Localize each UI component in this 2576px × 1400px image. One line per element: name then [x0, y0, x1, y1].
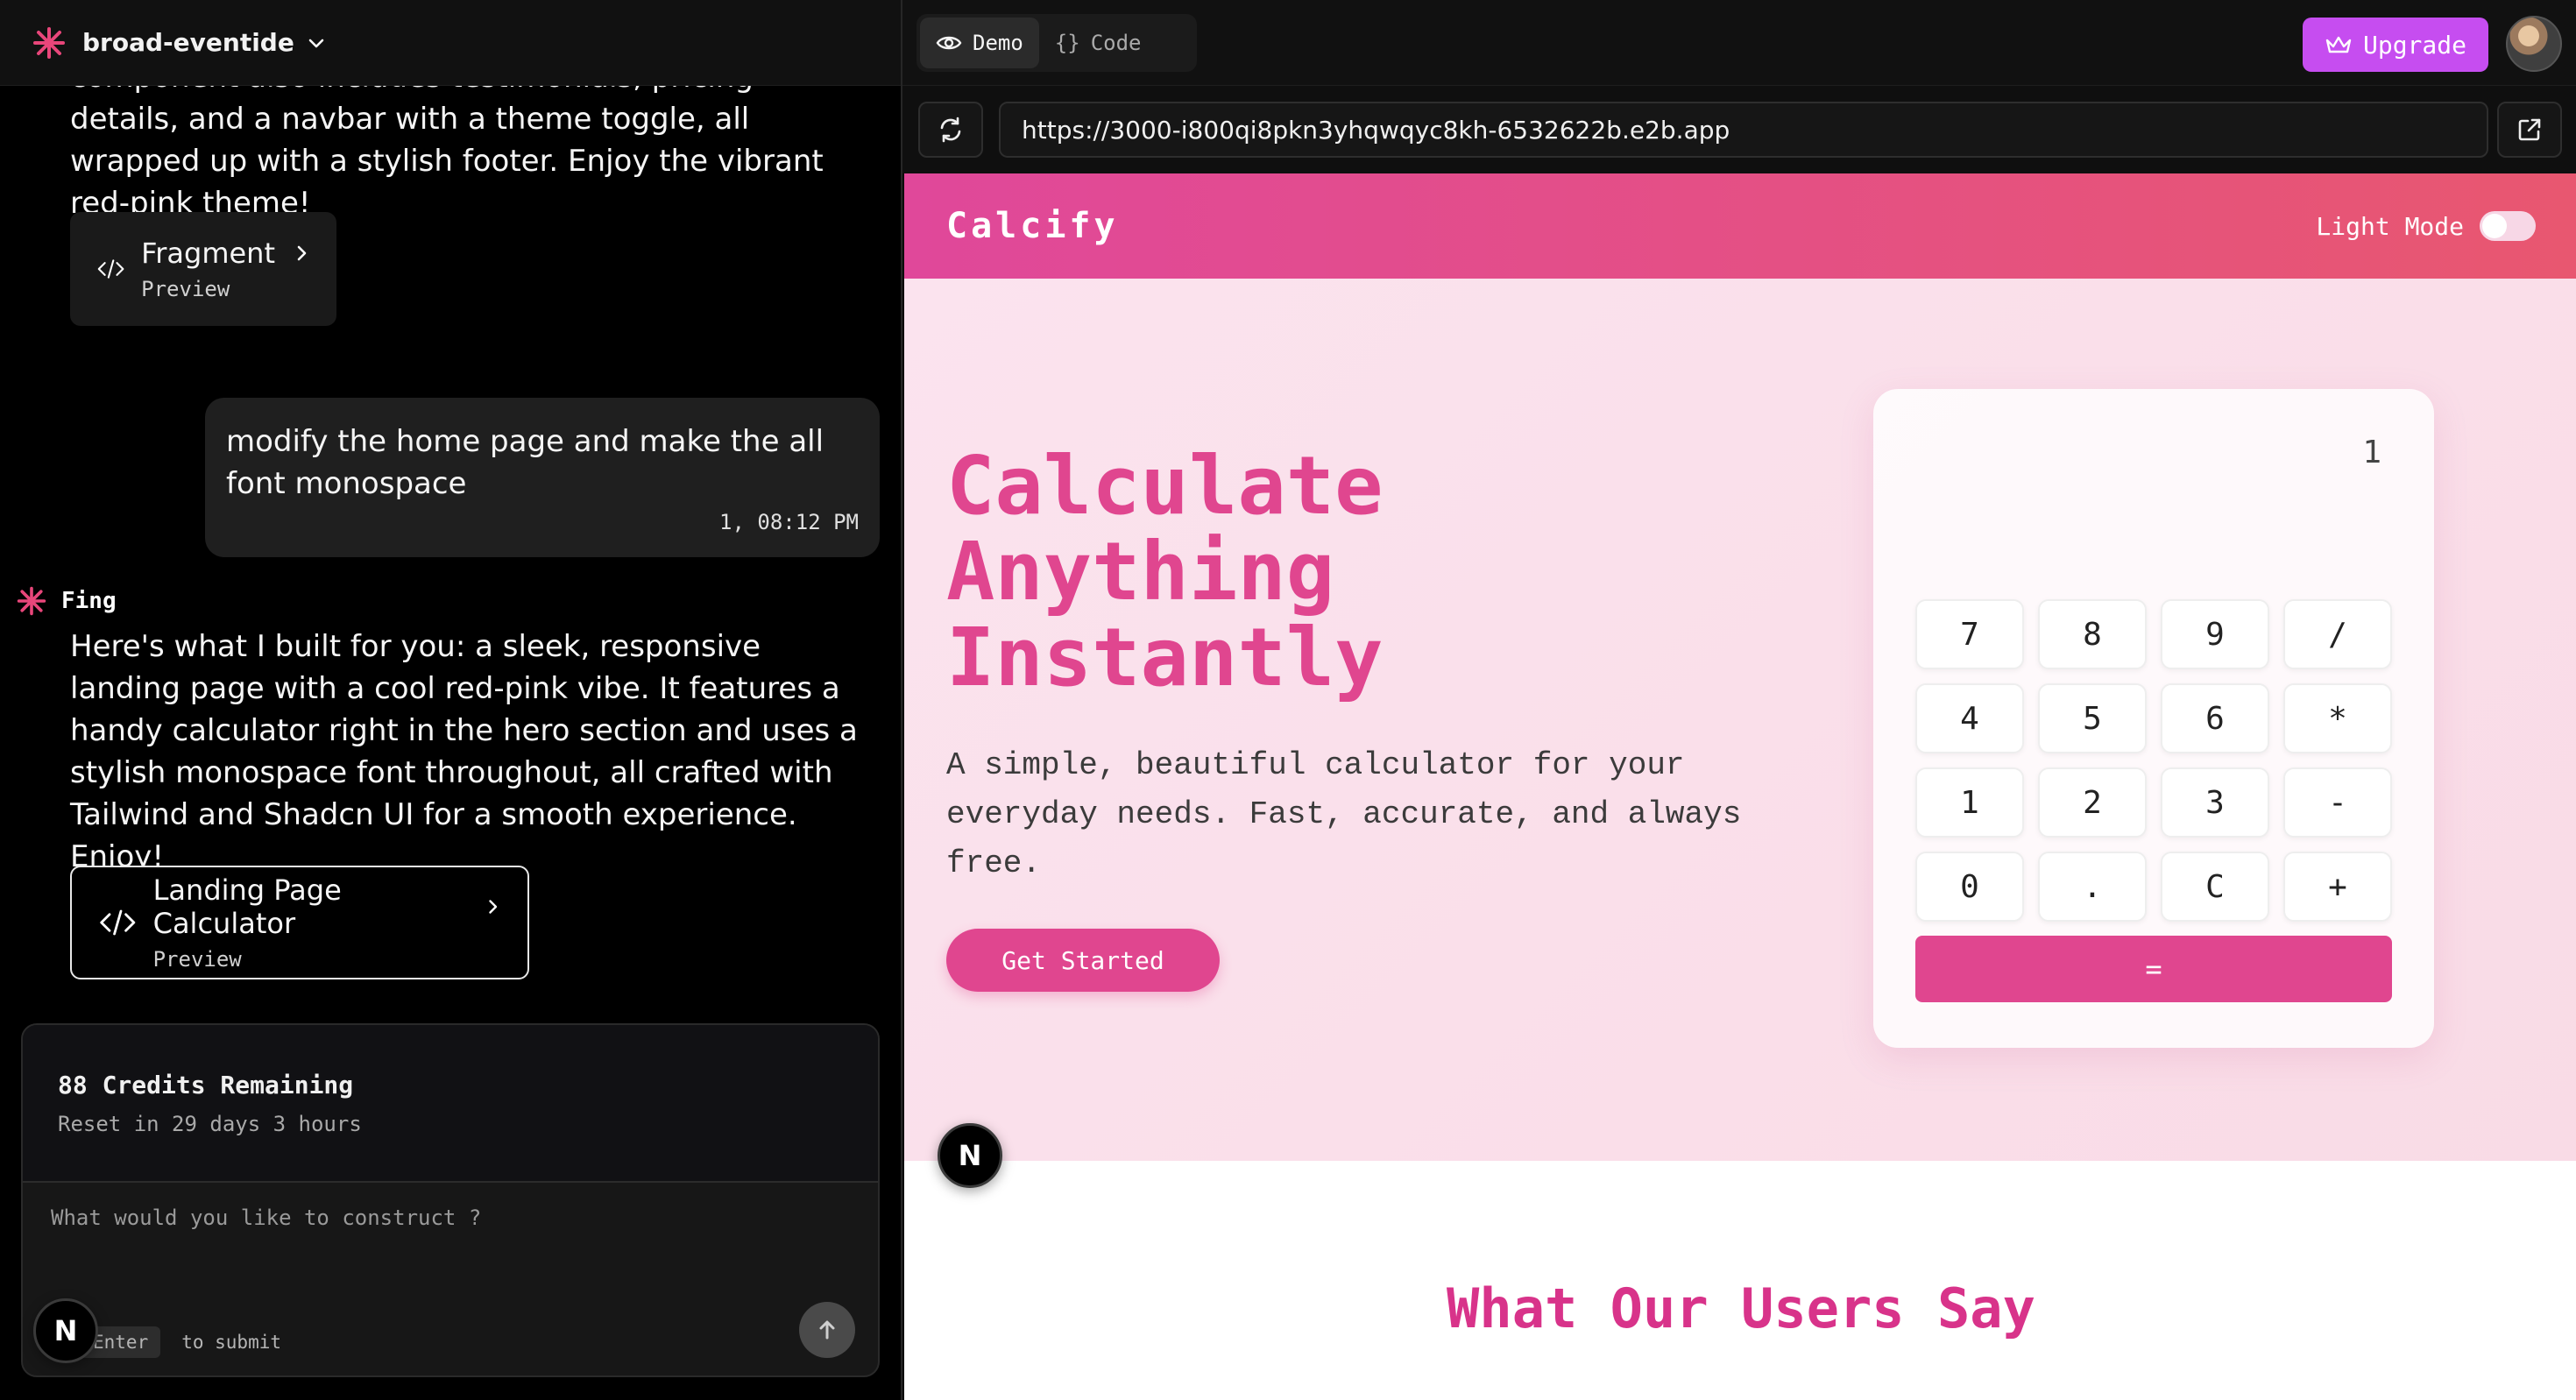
user-message: modify the home page and make the all fo… [205, 398, 880, 557]
hero-title-line: Instantly [946, 611, 1384, 704]
fragment-title: Landing Page Calculator [152, 873, 342, 940]
calculator-keypad: 7 8 9 / 4 5 6 * 1 2 3 - 0 . C + [1915, 599, 2392, 922]
calc-key-plus[interactable]: + [2283, 852, 2392, 922]
calc-key-6[interactable]: 6 [2161, 683, 2269, 753]
credits-remaining: 88 Credits Remaining [58, 1071, 354, 1099]
nextjs-dev-badge[interactable]: N [33, 1298, 98, 1363]
assistant-header: Fing [16, 585, 117, 617]
calc-key-4[interactable]: 4 [1915, 683, 2024, 753]
toggle-knob [2482, 214, 2507, 238]
project-header[interactable]: broad-eventide [0, 0, 901, 86]
external-link-icon [2518, 118, 2541, 141]
hero-section: Calculate Anything Instantly A simple, b… [904, 279, 2576, 1161]
fragment-card[interactable]: Fragment Preview [70, 212, 336, 326]
theme-toggle-label: Light Mode [2316, 211, 2464, 241]
chat-history[interactable]: component also includes testimonials, pr… [0, 86, 901, 1023]
testimonials-title: What Our Users Say [1447, 1276, 2035, 1340]
code-icon [100, 909, 136, 936]
calc-key-minus[interactable]: - [2283, 767, 2392, 838]
calc-key-9[interactable]: 9 [2161, 599, 2269, 669]
calc-key-0[interactable]: 0 [1915, 852, 2024, 922]
assistant-name: Fing [61, 588, 117, 614]
calc-key-1[interactable]: 1 [1915, 767, 2024, 838]
fragment-card-landing-page[interactable]: Landing Page Calculator Preview [70, 866, 529, 979]
hero-title-line: Anything [946, 525, 1335, 619]
calculator: 1 7 8 9 / 4 5 6 * 1 2 3 - 0 . C + = [1873, 389, 2434, 1048]
url-bar [902, 86, 2576, 173]
code-icon [97, 259, 124, 279]
tab-code-label: Code [1090, 31, 1142, 55]
tab-demo-label: Demo [973, 31, 1023, 55]
calc-key-divide[interactable]: / [2283, 599, 2392, 669]
fragment-title: Fragment [141, 237, 275, 270]
send-button[interactable] [799, 1302, 855, 1358]
testimonials-section: What Our Users Say [904, 1161, 2576, 1400]
calc-key-3[interactable]: 3 [2161, 767, 2269, 838]
hero-title: Calculate Anything Instantly [946, 443, 1822, 701]
calc-key-decimal[interactable]: . [2038, 852, 2147, 922]
fragment-subtitle: Preview [152, 947, 242, 972]
upgrade-button[interactable]: Upgrade [2303, 18, 2488, 72]
calc-key-5[interactable]: 5 [2038, 683, 2147, 753]
calc-key-7[interactable]: 7 [1915, 599, 2024, 669]
credits-reset: Reset in 29 days 3 hours [58, 1112, 362, 1136]
upgrade-label: Upgrade [2362, 30, 2466, 60]
calculator-display: 1 [2362, 435, 2381, 470]
project-name[interactable]: broad-eventide [82, 28, 294, 57]
get-started-button[interactable]: Get Started [946, 929, 1220, 992]
calc-key-clear[interactable]: C [2161, 852, 2269, 922]
calc-key-equals[interactable]: = [1915, 936, 2392, 1002]
nextjs-badge-letter: N [958, 1139, 982, 1172]
submit-hint-text: to submit [181, 1332, 282, 1353]
hero-title-line: Calculate [946, 439, 1384, 533]
calc-key-8[interactable]: 8 [2038, 599, 2147, 669]
refresh-button[interactable] [918, 102, 983, 158]
prompt-input[interactable] [23, 1183, 878, 1288]
crown-icon [2325, 36, 2352, 53]
site-navbar: Calcify Light Mode [904, 173, 2576, 279]
open-external-button[interactable] [2497, 102, 2562, 158]
fragment-card-text: Landing Page Calculator Preview [153, 873, 501, 972]
nextjs-dev-badge[interactable]: N [938, 1123, 1002, 1188]
view-tabs: Demo {} Code [916, 14, 1197, 72]
tab-code[interactable]: {} Code [1039, 18, 1157, 68]
hero-subtitle: A simple, beautiful calculator for your … [946, 747, 1742, 881]
preview-panel: Demo {} Code Upgrade https://3000-i800qi… [901, 0, 2576, 1400]
chat-panel: broad-eventide component also includes t… [0, 0, 901, 1400]
nextjs-badge-letter: N [53, 1314, 78, 1347]
credits-panel: 88 Credits Remaining Reset in 29 days 3 … [23, 1025, 878, 1183]
fragment-card-text: Fragment Preview [141, 237, 310, 301]
fing-logo-icon [33, 26, 65, 59]
composer: 88 Credits Remaining Reset in 29 days 3 … [21, 1023, 880, 1377]
user-message-text: modify the home page and make the all fo… [226, 424, 824, 501]
preview-toolbar: Demo {} Code Upgrade [902, 0, 2576, 86]
braces-icon: {} [1054, 31, 1080, 55]
eye-icon [936, 36, 962, 50]
fragment-subtitle: Preview [141, 277, 230, 301]
chevron-down-icon[interactable] [307, 33, 326, 53]
assistant-message-previous: component also includes testimonials, pr… [70, 86, 824, 221]
calc-key-2[interactable]: 2 [2038, 767, 2147, 838]
theme-switch[interactable] [2480, 211, 2536, 241]
url-input[interactable] [999, 102, 2488, 158]
assistant-message-text: Here's what I built for you: a sleek, re… [70, 629, 858, 874]
arrow-up-icon [819, 1320, 835, 1340]
avatar[interactable] [2506, 16, 2562, 72]
site-brand[interactable]: Calcify [946, 206, 1119, 246]
message-timestamp: 1, 08:12 PM [719, 510, 859, 534]
site-preview[interactable]: Calcify Light Mode Calculate Anything In… [904, 173, 2576, 1400]
chevron-right-icon [297, 245, 307, 261]
refresh-icon [940, 117, 961, 143]
theme-toggle[interactable]: Light Mode [2316, 211, 2536, 241]
calc-key-multiply[interactable]: * [2283, 683, 2392, 753]
chevron-right-icon [489, 900, 498, 914]
tab-demo[interactable]: Demo [920, 18, 1039, 68]
submit-hint: Enter to submit [81, 1326, 281, 1358]
fing-avatar-icon [17, 586, 46, 616]
